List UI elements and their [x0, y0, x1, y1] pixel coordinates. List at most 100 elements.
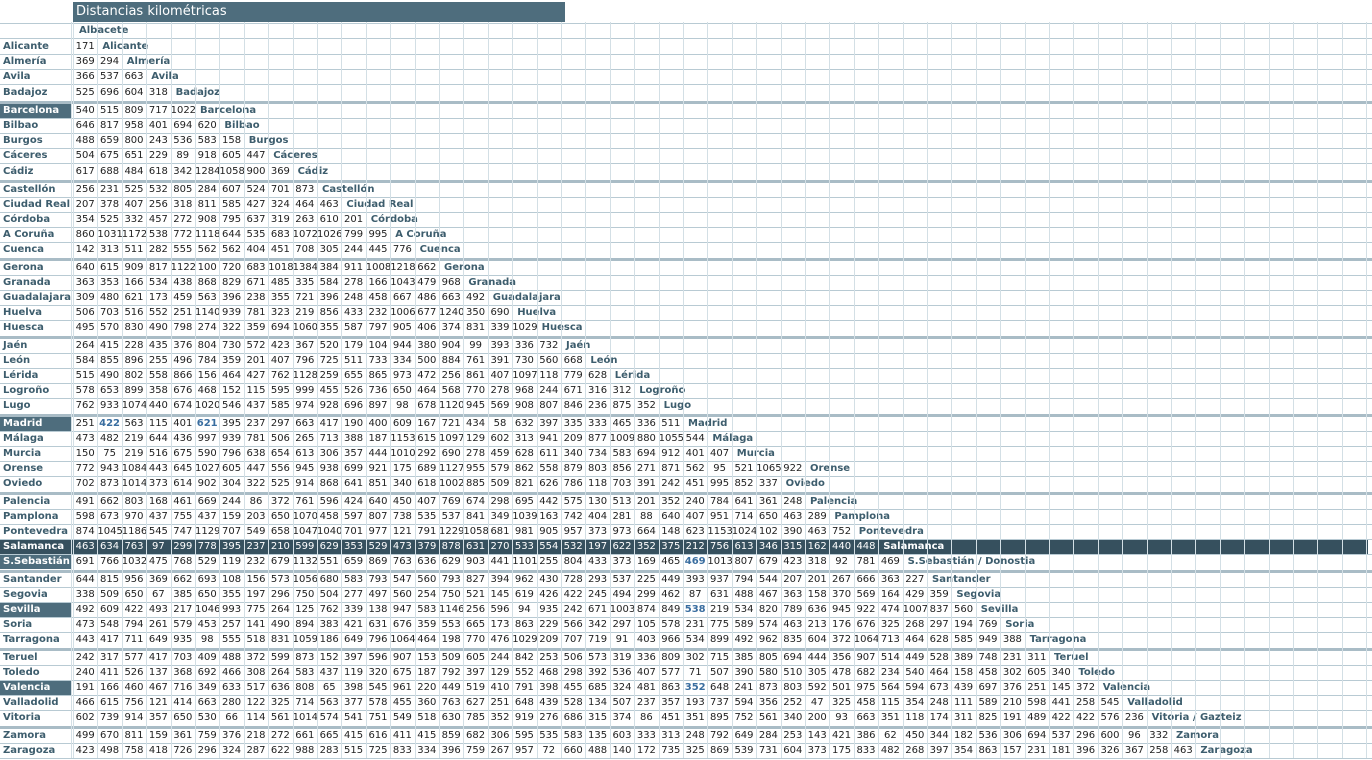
distance-cell: 175 — [392, 463, 412, 474]
distance-cell: 636 — [807, 604, 827, 615]
distance-cell: 92 — [835, 556, 848, 567]
distance-cell: 536 — [612, 667, 632, 678]
distance-cell: 311 — [1027, 652, 1047, 663]
distance-cell: 463 — [1173, 745, 1193, 756]
distance-cell: 707 — [222, 526, 242, 537]
distance-cell: 763 — [392, 556, 412, 567]
distance-cell: 633 — [222, 682, 242, 693]
distance-cell: 308 — [246, 667, 266, 678]
distance-cell: 630 — [441, 712, 461, 723]
distance-cell: 360 — [417, 697, 437, 708]
distance-cell: 99 — [469, 340, 482, 351]
distance-cell: 922 — [783, 463, 803, 474]
column-divider — [293, 22, 294, 758]
distance-cell: 721 — [295, 292, 315, 303]
distance-cell: 775 — [710, 619, 730, 630]
distance-cell: 93 — [835, 712, 848, 723]
distance-cell: 396 — [1076, 745, 1096, 756]
distance-cell: 914 — [295, 478, 315, 489]
distance-cell: 585 — [954, 634, 974, 645]
distance-cell: 395 — [222, 418, 242, 429]
column-divider — [146, 22, 147, 758]
distance-cell: 392 — [588, 667, 608, 678]
distance-cell: 594 — [734, 697, 754, 708]
distance-cell: 248 — [685, 730, 705, 741]
distance-cell: 590 — [197, 448, 217, 459]
distance-cell: 1014 — [121, 478, 148, 489]
distance-cell: 506 — [75, 307, 95, 318]
distance-cell: 769 — [978, 619, 998, 630]
distance-cell: 102 — [758, 526, 778, 537]
distance-cell: 121 — [148, 697, 168, 708]
distance-cell: 644 — [75, 574, 95, 585]
distance-cell: 759 — [197, 730, 217, 741]
distance-cell: 391 — [490, 355, 510, 366]
distance-cell: 354 — [954, 745, 974, 756]
distance-cell: 1064 — [853, 634, 880, 645]
distance-cell: 168 — [148, 496, 168, 507]
distance-cell: 691 — [75, 556, 95, 567]
distance-cell: 690 — [441, 448, 461, 459]
distance-cell: 596 — [490, 604, 510, 615]
distance-cell: 156 — [197, 370, 217, 381]
distance-cell: 640 — [75, 262, 95, 273]
distance-cell: 263 — [295, 214, 315, 225]
distance-cell: 89 — [176, 150, 190, 161]
distance-cell: 404 — [588, 511, 608, 522]
distance-cell: 292 — [417, 448, 437, 459]
distance-cell: 198 — [441, 634, 461, 645]
distance-cell: 173 — [148, 292, 168, 303]
distance-cell: 547 — [392, 574, 412, 585]
distance-cell: 255 — [539, 556, 559, 567]
distance-cell: 683 — [246, 262, 266, 273]
distance-cell: 726 — [173, 745, 193, 756]
distance-cell: 182 — [954, 730, 974, 741]
row-city-name: Pontevedra — [3, 526, 69, 537]
distance-cell: 122 — [246, 697, 266, 708]
distance-cell: 267 — [490, 745, 510, 756]
divider — [0, 38, 1372, 39]
distance-cell: 72 — [542, 745, 556, 756]
column-divider — [610, 22, 611, 758]
distance-cell: 1384 — [292, 262, 319, 273]
distance-cell: 1153 — [390, 433, 416, 444]
distance-cell: 597 — [344, 511, 364, 522]
distance-cell: 1146 — [439, 604, 465, 615]
distance-cell: 417 — [100, 634, 120, 645]
distance-cell: 538 — [148, 229, 168, 240]
distance-cell: 755 — [173, 511, 193, 522]
distance-cell: 574 — [758, 619, 778, 630]
distance-cell: 256 — [441, 370, 461, 381]
distance-cell: 563 — [319, 697, 339, 708]
distance-cell: 153 — [417, 652, 437, 663]
distance-cell: 517 — [246, 682, 266, 693]
distance-cell: 501 — [832, 682, 852, 693]
distance-cell: 499 — [75, 730, 95, 741]
distance-cell: 537 — [100, 71, 120, 82]
distance-cell: 376 — [1002, 682, 1022, 693]
distance-cell: 121 — [392, 526, 412, 537]
distance-cell: 683 — [270, 229, 290, 240]
distance-cell: 397 — [539, 418, 559, 429]
distance-cell: 627 — [466, 697, 486, 708]
distance-cell: 466 — [222, 667, 242, 678]
distance-cell: 899 — [710, 634, 730, 645]
distance-cell: 311 — [954, 712, 974, 723]
distance-cell: 463 — [75, 541, 95, 552]
distance-cell: 152 — [222, 385, 242, 396]
distance-cell: 667 — [392, 292, 412, 303]
distance-cell: 363 — [880, 574, 900, 585]
distance-cell: 622 — [270, 745, 290, 756]
distance-cell: 807 — [368, 511, 388, 522]
distance-cell: 469 — [880, 556, 900, 567]
distance-cell: 372 — [270, 496, 290, 507]
distance-cell: 256 — [148, 199, 168, 210]
distance-cell: 450 — [905, 730, 925, 741]
distance-cell: 450 — [392, 496, 412, 507]
distance-cell: 232 — [246, 556, 266, 567]
distance-cell: 694 — [173, 120, 193, 131]
distance-cell: 537 — [612, 574, 632, 585]
distance-cell: 1074 — [121, 400, 148, 411]
distance-cell: 65 — [322, 682, 336, 693]
distance-cell: 256 — [466, 604, 486, 615]
